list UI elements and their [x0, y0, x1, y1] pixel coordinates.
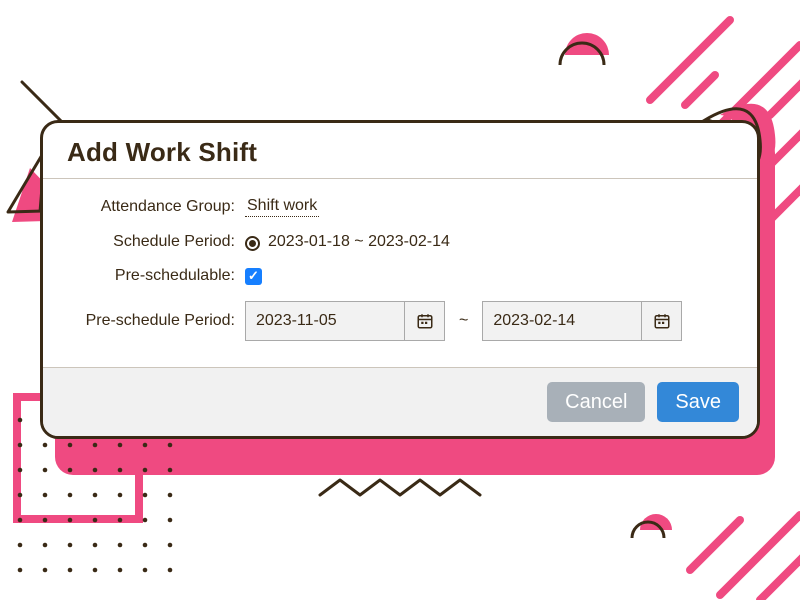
schedule-period-row: Schedule Period: 2023-01-18 ~ 2023-02-14 [55, 233, 729, 251]
attendance-group-label: Attendance Group: [55, 198, 245, 216]
dialog-title: Add Work Shift [67, 137, 733, 168]
attendance-group-row: Attendance Group: Shift work [55, 197, 729, 217]
schedule-period-radio[interactable] [245, 236, 260, 251]
preschedule-end-date [482, 301, 682, 341]
add-work-shift-dialog: Add Work Shift Attendance Group: Shift w… [40, 120, 760, 439]
preschedule-period-row: Pre-schedule Period: ~ [55, 301, 729, 341]
preschedulable-label: Pre-schedulable: [55, 267, 245, 285]
schedule-period-label: Schedule Period: [55, 233, 245, 251]
calendar-icon [653, 312, 671, 330]
preschedule-start-input[interactable] [246, 302, 404, 340]
preschedulable-checkbox[interactable]: ✓ [245, 268, 262, 285]
attendance-group-value[interactable]: Shift work [245, 197, 319, 217]
calendar-icon [416, 312, 434, 330]
dialog-footer: Cancel Save [43, 367, 757, 436]
dialog-header: Add Work Shift [43, 123, 757, 179]
preschedule-start-date [245, 301, 445, 341]
date-range-separator: ~ [445, 312, 482, 330]
save-button[interactable]: Save [657, 382, 739, 422]
schedule-period-value: 2023-01-18 ~ 2023-02-14 [268, 233, 450, 251]
preschedulable-row: Pre-schedulable: ✓ [55, 267, 729, 285]
preschedule-end-input[interactable] [483, 302, 641, 340]
preschedule-period-label: Pre-schedule Period: [55, 312, 245, 330]
dialog-body: Attendance Group: Shift work Schedule Pe… [43, 179, 757, 367]
cancel-button[interactable]: Cancel [547, 382, 645, 422]
preschedule-start-calendar-button[interactable] [404, 302, 444, 340]
preschedule-end-calendar-button[interactable] [641, 302, 681, 340]
